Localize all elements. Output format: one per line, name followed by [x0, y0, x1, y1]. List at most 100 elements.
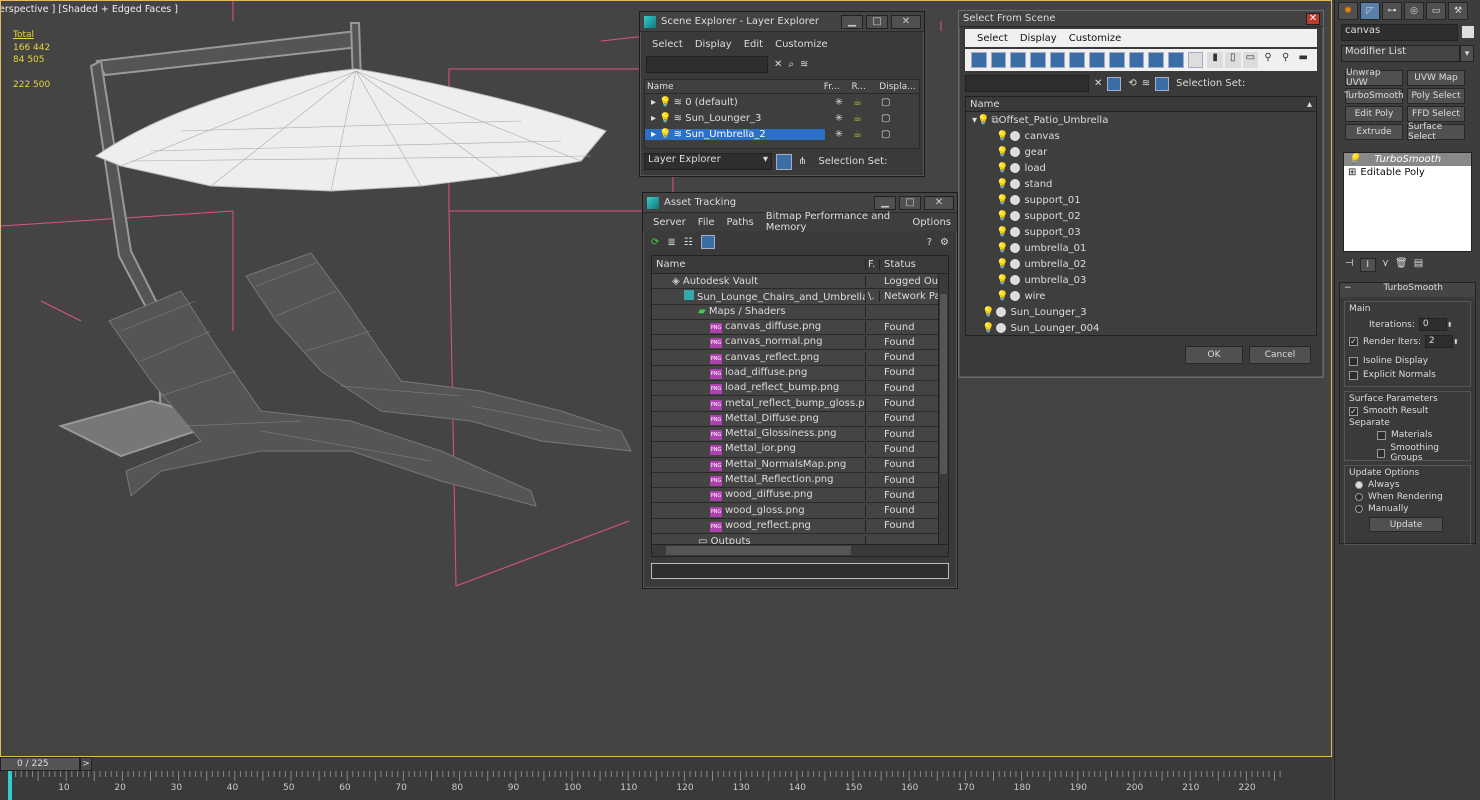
- display-invert-icon[interactable]: ▭: [1242, 52, 1259, 68]
- bulb-icon[interactable]: 💡: [659, 129, 671, 140]
- poly-select-button[interactable]: Poly Select: [1407, 88, 1465, 104]
- modify-tab-icon[interactable]: ◸: [1360, 2, 1380, 20]
- asset-row-map[interactable]: PNG Mettal_NormalsMap.png Found: [652, 458, 948, 473]
- maximize-button[interactable]: □: [866, 14, 888, 29]
- explorer-mode-dropdown[interactable]: Layer Explorer ▾: [644, 153, 772, 170]
- tree-child-row[interactable]: 💡 support_01: [966, 192, 1316, 208]
- expand-plus-icon[interactable]: ⊞: [1348, 167, 1356, 178]
- freeze-icon[interactable]: ✳: [825, 129, 853, 140]
- rollout-title[interactable]: − TurboSmooth: [1340, 283, 1475, 297]
- list-icon[interactable]: ≣: [667, 237, 675, 248]
- asset-row-map[interactable]: PNG Mettal_Reflection.png Found: [652, 473, 948, 489]
- display-all-icon[interactable]: ▮: [1207, 52, 1223, 68]
- asset-row-map[interactable]: PNG canvas_reflect.png Found: [652, 350, 948, 366]
- col-freeze[interactable]: Fr...: [824, 82, 852, 92]
- menu-display[interactable]: Display: [689, 39, 738, 50]
- asset-row-vault[interactable]: ◈ Autodesk Vault Logged Out: [652, 274, 948, 290]
- display-icon[interactable]: ▢: [881, 129, 901, 140]
- pin-stack-icon[interactable]: ⊣: [1345, 258, 1354, 270]
- bulb-icon[interactable]: 💡: [996, 259, 1008, 270]
- display-tab-icon[interactable]: ▭: [1426, 2, 1446, 20]
- remove-modifier-icon[interactable]: 🗑: [1395, 258, 1408, 270]
- hierarchy-tab-icon[interactable]: ⊶: [1382, 2, 1402, 20]
- display-icon[interactable]: ▢: [881, 113, 901, 124]
- modifier-list-dropdown[interactable]: Modifier List: [1341, 45, 1461, 62]
- tree-child-row[interactable]: 💡 umbrella_01: [966, 240, 1316, 256]
- sfs-search-input[interactable]: [965, 75, 1089, 92]
- asset-row-map[interactable]: PNG load_diffuse.png Found: [652, 366, 948, 382]
- menu-bitmap[interactable]: Bitmap Performance and Memory: [760, 211, 907, 233]
- hierarchy-icon[interactable]: ⋔: [798, 156, 806, 167]
- tree-object-row[interactable]: 💡 Sun_Lounger_004: [966, 320, 1316, 336]
- scene-explorer-titlebar[interactable]: Scene Explorer - Layer Explorer ▁ □ ✕: [640, 12, 924, 32]
- filter-containers-icon[interactable]: [1148, 52, 1164, 68]
- cancel-button[interactable]: Cancel: [1249, 346, 1311, 364]
- spinner-arrows-icon[interactable]: ⬍: [1453, 338, 1459, 346]
- menu-file[interactable]: File: [692, 217, 721, 228]
- maximize-button[interactable]: □: [899, 195, 921, 210]
- asset-row-map[interactable]: PNG wood_gloss.png Found: [652, 503, 948, 519]
- bulb-icon[interactable]: 💡: [659, 113, 671, 124]
- asset-tracking-window[interactable]: Asset Tracking ▁ □ ✕ Server File Paths B…: [642, 192, 958, 589]
- col-name[interactable]: Name: [645, 82, 824, 92]
- menu-customize[interactable]: Customize: [769, 39, 834, 50]
- utilities-tab-icon[interactable]: ⚒: [1448, 2, 1468, 20]
- tree-child-row[interactable]: 💡 support_03: [966, 224, 1316, 240]
- tree-child-row[interactable]: 💡 gear: [966, 144, 1316, 160]
- expand-arrow-icon[interactable]: ▸: [651, 97, 659, 108]
- asset-row-map[interactable]: PNG Mettal_Diffuse.png Found: [652, 412, 948, 427]
- asset-row-file[interactable]: Sun_Lounge_Chairs_and_Umbrella_v...\. Net…: [652, 289, 948, 305]
- update-button[interactable]: Update: [1369, 517, 1443, 532]
- expand-arrow-icon[interactable]: ▸: [651, 113, 659, 124]
- details-icon[interactable]: ☷: [684, 237, 693, 248]
- materials-checkbox[interactable]: [1377, 430, 1386, 440]
- stack-editable-poly[interactable]: ⊞ Editable Poly: [1344, 166, 1471, 179]
- filter-helpers-icon[interactable]: [1049, 52, 1066, 68]
- col-name[interactable]: Name: [652, 259, 866, 270]
- render-icon[interactable]: ☕: [853, 129, 881, 140]
- asset-path-field[interactable]: [651, 563, 949, 579]
- bulb-icon[interactable]: 💡: [659, 97, 671, 108]
- asset-row-map[interactable]: PNG load_reflect_bump.png Found: [652, 381, 948, 397]
- help-icon[interactable]: ?: [927, 237, 932, 248]
- col-render[interactable]: R...: [852, 82, 880, 92]
- col-f[interactable]: F.: [866, 259, 880, 270]
- iterations-spinner[interactable]: 0: [1418, 318, 1447, 331]
- clear-search-icon[interactable]: ✕: [1094, 78, 1102, 89]
- col-name[interactable]: Name: [970, 99, 1000, 110]
- filter-shapes-icon[interactable]: [990, 52, 1007, 68]
- filter-bones-icon[interactable]: [1128, 52, 1145, 68]
- tree-object-row[interactable]: 💡 Sun_Lounger_3: [966, 304, 1316, 320]
- settings-icon[interactable]: ⚙: [940, 237, 949, 248]
- layers-toggle-icon[interactable]: [776, 153, 792, 170]
- layers-icon[interactable]: ≋: [1142, 78, 1150, 89]
- uvw-map-button[interactable]: UVW Map: [1407, 70, 1465, 86]
- filter-spacewarps-icon[interactable]: [1069, 52, 1086, 68]
- sync-icon[interactable]: ⟲: [1128, 78, 1136, 89]
- menu-edit[interactable]: Edit: [738, 39, 769, 50]
- render-iters-checkbox[interactable]: ✓: [1349, 337, 1358, 346]
- surface-select-button[interactable]: Surface Select: [1407, 122, 1465, 142]
- ffd-select-button[interactable]: FFD Select: [1407, 106, 1465, 122]
- always-radio[interactable]: [1355, 481, 1363, 489]
- smooth-result-checkbox[interactable]: ✓: [1349, 406, 1358, 416]
- edit-poly-button[interactable]: Edit Poly: [1345, 106, 1403, 122]
- motion-tab-icon[interactable]: ◎: [1404, 2, 1424, 20]
- chevron-down-icon[interactable]: ▾: [1460, 45, 1474, 62]
- render-icon[interactable]: ☕: [853, 113, 881, 124]
- bulb-icon[interactable]: 💡: [996, 195, 1008, 206]
- bulb-icon[interactable]: 💡: [996, 243, 1008, 254]
- bulb-icon[interactable]: 💡: [1348, 154, 1360, 165]
- bulb-icon[interactable]: 💡: [996, 291, 1008, 302]
- filter-frozen-icon[interactable]: [1167, 52, 1184, 68]
- freeze-icon[interactable]: ✳: [825, 97, 853, 108]
- filter-lights-icon[interactable]: [1010, 52, 1027, 68]
- configure-sets-icon[interactable]: ▤: [1414, 258, 1423, 270]
- col-status[interactable]: Status: [880, 259, 916, 270]
- layer-row-default[interactable]: ▸ 💡 ≋ 0 (default) ✳ ☕ ▢: [645, 94, 919, 110]
- time-slider[interactable]: 0 / 225 >: [0, 757, 92, 771]
- filter-xrefs-icon[interactable]: [1108, 52, 1125, 68]
- tree-child-row[interactable]: 💡 wire: [966, 288, 1316, 304]
- close-button[interactable]: ✕: [891, 14, 921, 29]
- menu-display[interactable]: Display: [1014, 33, 1063, 44]
